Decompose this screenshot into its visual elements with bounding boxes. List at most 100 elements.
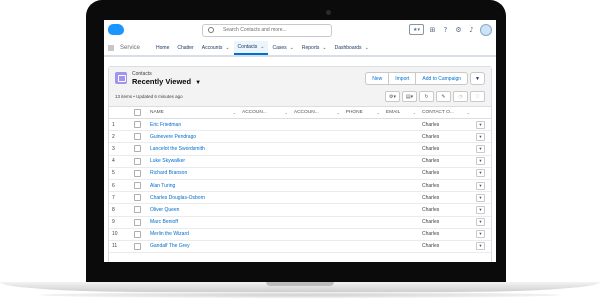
refresh-icon[interactable]: ↻ [419,91,434,102]
nav-item-contacts[interactable]: Contacts ⌄ [233,41,269,55]
nav-item-accounts[interactable]: Accounts ⌄ [198,41,234,55]
nav-item-home[interactable]: Home [152,41,173,55]
row-action-menu-icon[interactable]: ▼ [476,205,485,214]
contact-name-link[interactable]: Gandalf The Grey [147,240,239,254]
sort-chevron-icon[interactable]: ⌄ [285,110,288,115]
row-action-menu-icon[interactable]: ▼ [476,144,485,153]
list-settings-gear-icon[interactable]: ⚙▾ [385,91,400,102]
row-checkbox[interactable] [134,133,141,141]
row-action-menu-icon[interactable]: ▼ [476,242,485,251]
phone-cell [342,216,383,229]
chevron-down-icon[interactable]: ⌄ [260,44,264,50]
contact-name-link[interactable]: Lancelot the Swordsmith [147,142,239,156]
nav-label: Accounts [201,45,223,51]
laptop-camera [326,10,331,15]
row-checkbox[interactable] [134,169,141,177]
nav-item-cases[interactable]: Cases ⌄ [268,41,297,55]
list-view-selector[interactable]: Recently Viewed ▼ [132,77,201,86]
global-search-input[interactable]: Search Contacts and more... [202,24,332,37]
column-header-account-site[interactable]: ACCOUN... ⌄ [290,107,343,119]
charts-icon[interactable]: ◔ [453,91,468,102]
contact-name-link[interactable]: Alan Turing [147,179,239,193]
row-checkbox[interactable] [134,157,141,165]
list-actions: New Import Add to Campaign ▼ [365,72,485,85]
column-header-owner[interactable]: CONTACT O... ⌄ [419,107,473,119]
select-all-header [131,107,147,119]
nav-item-dashboards[interactable]: Dashboards ⌄ [331,41,373,55]
app-launcher-icon[interactable] [108,45,114,51]
sort-chevron-icon[interactable]: ⌄ [336,110,339,115]
contact-name-link[interactable]: Marc Benioff [147,216,239,229]
table-row: 7 Charles Douglas-Osborn Charles ▼ [109,191,491,205]
column-header-email[interactable]: EMAIL ⌄ [382,107,419,119]
contact-name-link[interactable]: Merlin the Wizard [147,228,239,241]
row-checkbox[interactable] [134,182,141,190]
contact-name-link[interactable]: Eric Friedman [147,118,239,132]
contacts-table: NAME ⌄ ACCOUN... ⌄ ACCOUN... ⌄ PHONE ⌄ EMAIL… [109,107,491,254]
row-number-header [109,107,131,119]
edit-pencil-icon[interactable]: ✎ [436,91,451,102]
laptop-notch [266,282,334,286]
chevron-down-icon[interactable]: ⌄ [290,45,294,51]
display-as-table-icon[interactable]: ▤▾ [402,91,417,102]
row-action-menu-icon[interactable]: ▼ [476,218,485,227]
column-header-name[interactable]: NAME ⌄ [147,107,239,119]
filter-icon[interactable]: ▽ [470,91,485,102]
cloud-logo-icon[interactable] [108,24,124,35]
sort-chevron-icon[interactable]: ⌄ [413,110,416,115]
contact-name-link[interactable]: Oliver Queen [147,203,239,217]
contact-name-link[interactable]: Charles Douglas-Osborn [147,191,239,205]
row-checkbox[interactable] [134,206,141,214]
row-checkbox[interactable] [134,230,141,238]
row-checkbox[interactable] [134,242,141,250]
sort-chevron-icon[interactable]: ⌄ [233,110,236,115]
email-cell [382,118,419,132]
column-header-account-name[interactable]: ACCOUN... ⌄ [239,107,291,119]
row-checkbox[interactable] [134,194,141,202]
help-icon[interactable]: ? [441,25,450,34]
sort-chevron-icon[interactable]: ⌄ [467,110,470,115]
contact-owner-cell: Charles [419,118,473,132]
contact-name-link[interactable]: Richard Branson [147,167,239,180]
email-cell [382,142,419,156]
row-checkbox[interactable] [134,121,141,129]
account-name-cell [239,203,291,217]
row-actions-cell: ▼ [473,203,491,217]
setup-gear-icon[interactable]: ⚙ [454,25,463,34]
row-number: 8 [109,203,131,217]
phone-cell [342,155,383,168]
chevron-down-icon[interactable]: ⌄ [225,45,229,51]
row-checkbox[interactable] [134,218,141,226]
row-number: 10 [109,228,131,241]
select-all-checkbox[interactable] [134,109,141,116]
contact-name-link[interactable]: Luke Skywalker [147,155,239,168]
notifications-bell-icon[interactable]: ♪ [467,25,476,34]
app-name: Service [120,45,141,51]
favorites-star-icon[interactable]: ★▾ [409,24,424,35]
row-action-menu-icon[interactable]: ▼ [476,132,485,141]
global-add-icon[interactable]: ⊞ [428,25,437,34]
contact-object-icon [115,72,127,84]
row-action-menu-icon[interactable]: ▼ [476,120,485,129]
nav-item-reports[interactable]: Reports ⌄ [298,41,331,55]
new-button[interactable]: New [365,72,390,85]
column-header-phone[interactable]: PHONE ⌄ [342,107,383,119]
row-action-menu-icon[interactable]: ▼ [476,169,485,178]
contact-name-link[interactable]: Guinevere Pendrago [147,130,239,144]
chevron-down-icon[interactable]: ⌄ [322,45,326,51]
row-number: 11 [109,240,131,254]
row-number: 2 [109,130,131,144]
row-checkbox[interactable] [134,145,141,153]
nav-label: Chatter [177,45,194,51]
nav-item-chatter[interactable]: Chatter [173,41,197,55]
row-action-menu-icon[interactable]: ▼ [476,157,485,166]
sort-chevron-icon[interactable]: ⌄ [377,110,380,115]
row-action-menu-icon[interactable]: ▼ [476,193,485,202]
more-actions-icon[interactable]: ▼ [470,72,485,85]
avatar[interactable] [480,23,492,36]
row-action-menu-icon[interactable]: ▼ [476,181,485,190]
add-to-campaign-button[interactable]: Add to Campaign [415,72,469,85]
chevron-down-icon[interactable]: ⌄ [365,45,369,51]
row-action-menu-icon[interactable]: ▼ [476,230,485,239]
import-button[interactable]: Import [388,72,417,85]
